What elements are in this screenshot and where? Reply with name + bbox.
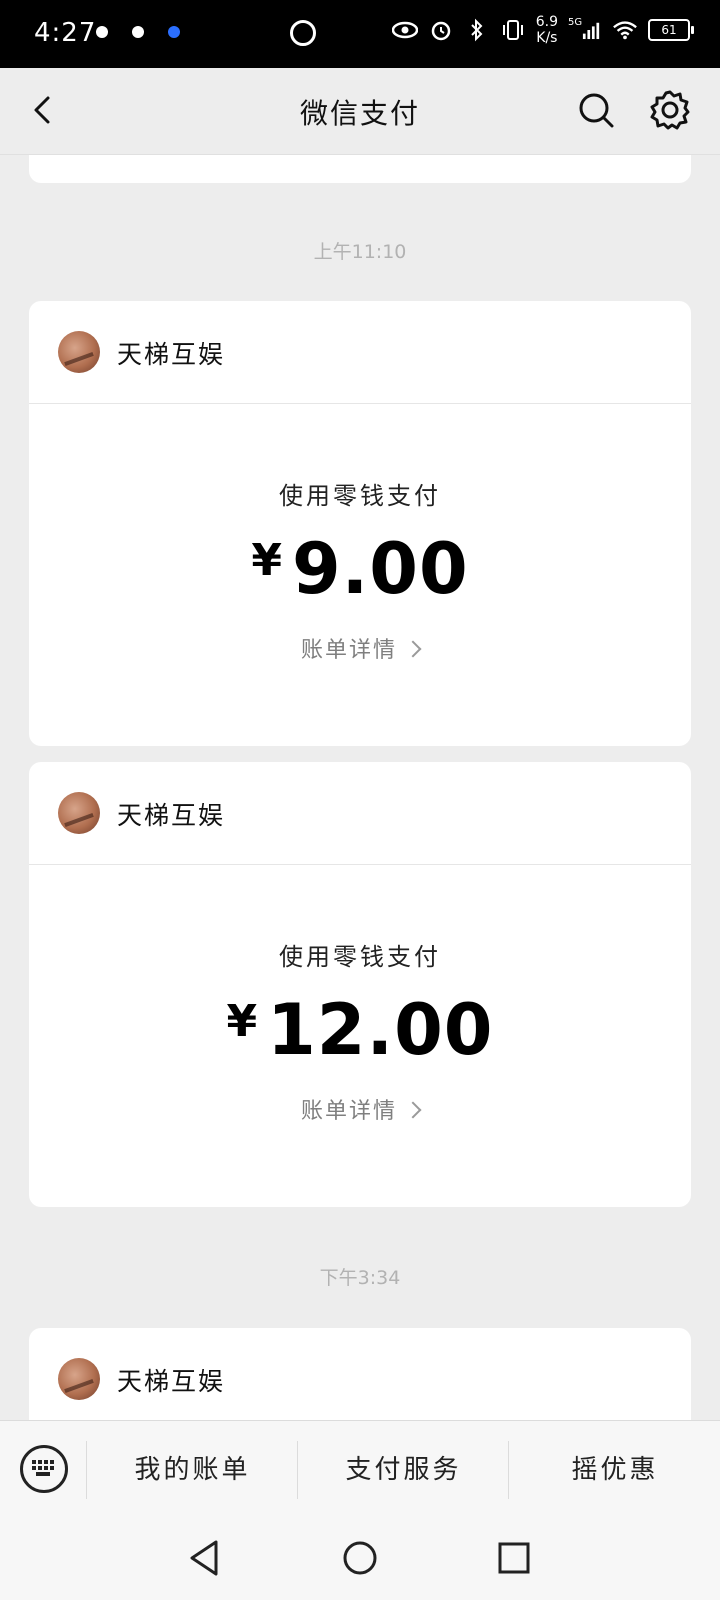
card-header: 天梯互娱 xyxy=(29,301,691,404)
vibrate-icon xyxy=(500,17,526,43)
system-back-button[interactable] xyxy=(186,1538,226,1578)
currency-symbol: ¥ xyxy=(226,996,258,1047)
payment-method: 使用零钱支付 xyxy=(279,943,441,971)
nav-bar: 微信支付 xyxy=(0,68,720,155)
bluetooth-icon xyxy=(464,17,490,43)
bottom-menu-bar: 我的账单 支付服务 摇优惠 xyxy=(0,1420,720,1521)
keyboard-toggle-button[interactable] xyxy=(20,1445,68,1493)
menu-my-bills[interactable]: 我的账单 xyxy=(86,1441,298,1499)
shield-notification-icon xyxy=(168,26,180,38)
payment-card[interactable]: 天梯互娱 使用零钱支付 ¥12.00 账单详情 xyxy=(29,762,691,1207)
status-time: 4:27 xyxy=(34,18,97,48)
merchant-name: 天梯互娱 xyxy=(117,1367,226,1396)
timestamp: 下午3:34 xyxy=(319,1267,401,1289)
card-body: 使用零钱支付 ¥9.00 账单详情 xyxy=(29,404,691,747)
menu-shake-offers[interactable]: 摇优惠 xyxy=(508,1441,720,1499)
circle-home-icon xyxy=(343,1541,377,1575)
system-home-button[interactable] xyxy=(340,1538,380,1578)
speed-indicator-icon xyxy=(290,20,316,46)
avatar xyxy=(58,792,100,834)
bill-detail-label: 账单详情 xyxy=(300,638,397,663)
settings-button[interactable] xyxy=(648,88,692,132)
merchant-name: 天梯互娱 xyxy=(117,340,226,369)
eye-icon xyxy=(391,17,418,43)
menu-payment-services[interactable]: 支付服务 xyxy=(297,1441,509,1499)
system-navigation-bar xyxy=(0,1520,720,1600)
payment-amount: ¥9.00 xyxy=(29,528,691,610)
message-notification-icon xyxy=(96,26,108,38)
payment-method: 使用零钱支付 xyxy=(279,482,441,510)
keyboard-icon xyxy=(32,1460,54,1476)
bill-detail-link[interactable]: 账单详情 xyxy=(29,632,691,664)
status-bar: 4:27 6.9 K/s 5G 61 xyxy=(0,0,720,68)
avatar xyxy=(58,331,100,373)
app-notification-icon xyxy=(132,26,144,38)
system-recents-button[interactable] xyxy=(494,1538,534,1578)
battery-icon: 61 xyxy=(648,19,694,41)
status-right-icons: 6.9 K/s 5G 61 xyxy=(391,14,694,46)
gear-icon xyxy=(650,90,690,130)
search-icon xyxy=(579,93,614,128)
signal-icon: 5G xyxy=(568,17,602,43)
payment-amount: ¥12.00 xyxy=(29,989,691,1071)
amount-value: 9.00 xyxy=(291,528,469,610)
timestamp: 上午11:10 xyxy=(313,241,407,263)
message-list[interactable]: 上午11:10 天梯互娱 使用零钱支付 ¥9.00 账单详情 天梯互娱 使用零钱… xyxy=(0,155,720,1420)
network-speed-unit: K/s xyxy=(536,30,558,46)
bill-detail-label: 账单详情 xyxy=(300,1099,397,1124)
chevron-right-icon xyxy=(404,640,422,658)
payment-card[interactable]: 天梯互娱 xyxy=(29,1328,691,1420)
card-header: 天梯互娱 xyxy=(29,762,691,865)
card-header: 天梯互娱 xyxy=(29,1328,691,1420)
payment-card[interactable]: 天梯互娱 使用零钱支付 ¥9.00 账单详情 xyxy=(29,301,691,746)
avatar xyxy=(58,1358,100,1400)
network-speed: 6.9 K/s xyxy=(536,14,558,46)
wifi-icon xyxy=(612,17,638,43)
previous-card-partial xyxy=(29,155,691,183)
square-recents-icon xyxy=(498,1542,530,1574)
amount-value: 12.00 xyxy=(267,989,494,1071)
chevron-right-icon xyxy=(404,1101,422,1119)
alarm-icon xyxy=(428,17,454,43)
card-body: 使用零钱支付 ¥12.00 账单详情 xyxy=(29,865,691,1208)
merchant-name: 天梯互娱 xyxy=(117,801,226,830)
network-speed-value: 6.9 xyxy=(535,14,558,30)
currency-symbol: ¥ xyxy=(251,535,282,586)
triangle-back-icon xyxy=(190,1540,218,1576)
network-type: 5G xyxy=(568,16,583,28)
search-button[interactable] xyxy=(576,90,616,130)
notification-icons xyxy=(96,26,180,38)
bill-detail-link[interactable]: 账单详情 xyxy=(29,1093,691,1125)
